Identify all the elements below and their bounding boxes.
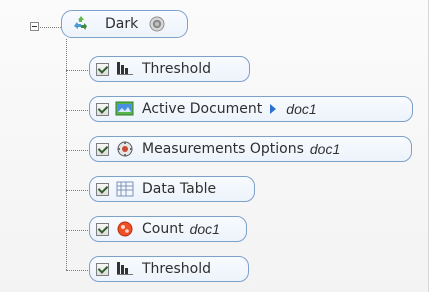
checkbox[interactable] bbox=[96, 102, 109, 116]
table-icon bbox=[114, 179, 136, 199]
collapse-toggle[interactable] bbox=[30, 22, 39, 31]
tree-item-label: Count bbox=[142, 221, 184, 237]
tree-vertical-line bbox=[66, 39, 67, 270]
tree-item-measurements-options[interactable]: Measurements Options doc1 bbox=[89, 136, 412, 162]
checkbox[interactable] bbox=[96, 222, 109, 236]
document-name: doc1 bbox=[286, 101, 317, 117]
chevron-right-icon bbox=[270, 104, 277, 114]
recycle-icon bbox=[70, 14, 92, 34]
document-name: doc1 bbox=[189, 221, 220, 237]
tree-connector bbox=[66, 190, 88, 191]
threshold-icon bbox=[114, 259, 136, 279]
count-icon bbox=[114, 219, 136, 239]
tree-connector bbox=[66, 270, 88, 271]
tree-item-label: Threshold bbox=[142, 261, 211, 277]
tree-connector bbox=[66, 70, 88, 71]
tree-item-label: Threshold bbox=[142, 61, 211, 77]
tree-item-label: Data Table bbox=[142, 181, 217, 197]
checkbox[interactable] bbox=[96, 142, 109, 156]
tree-item-threshold[interactable]: Threshold bbox=[89, 256, 249, 282]
document-name: doc1 bbox=[309, 141, 341, 157]
tree-item-label: Measurements Options bbox=[142, 141, 304, 157]
tree-item-data-table[interactable]: Data Table bbox=[89, 176, 255, 202]
root-connector bbox=[40, 27, 61, 28]
active-document-icon bbox=[114, 99, 136, 119]
tree-root-label: Dark bbox=[105, 16, 139, 32]
checkbox[interactable] bbox=[96, 182, 109, 196]
tree-panel: Dark Threshold Active Document doc1 Meas… bbox=[0, 0, 429, 292]
tree-connector bbox=[66, 110, 88, 111]
checkbox[interactable] bbox=[96, 62, 109, 76]
tree-connector bbox=[66, 230, 88, 231]
tree-item-threshold[interactable]: Threshold bbox=[89, 56, 250, 82]
settings-gear-icon bbox=[114, 139, 136, 159]
threshold-icon bbox=[114, 59, 136, 79]
tree-item-label: Active Document bbox=[142, 101, 263, 117]
tree-item-active-document[interactable]: Active Document doc1 bbox=[89, 96, 413, 122]
tree-item-count[interactable]: Count doc1 bbox=[89, 216, 247, 242]
camera-lens-icon bbox=[148, 15, 166, 33]
tree-connector bbox=[66, 150, 88, 151]
checkbox[interactable] bbox=[96, 262, 109, 276]
tree-root-node[interactable]: Dark bbox=[61, 10, 188, 38]
